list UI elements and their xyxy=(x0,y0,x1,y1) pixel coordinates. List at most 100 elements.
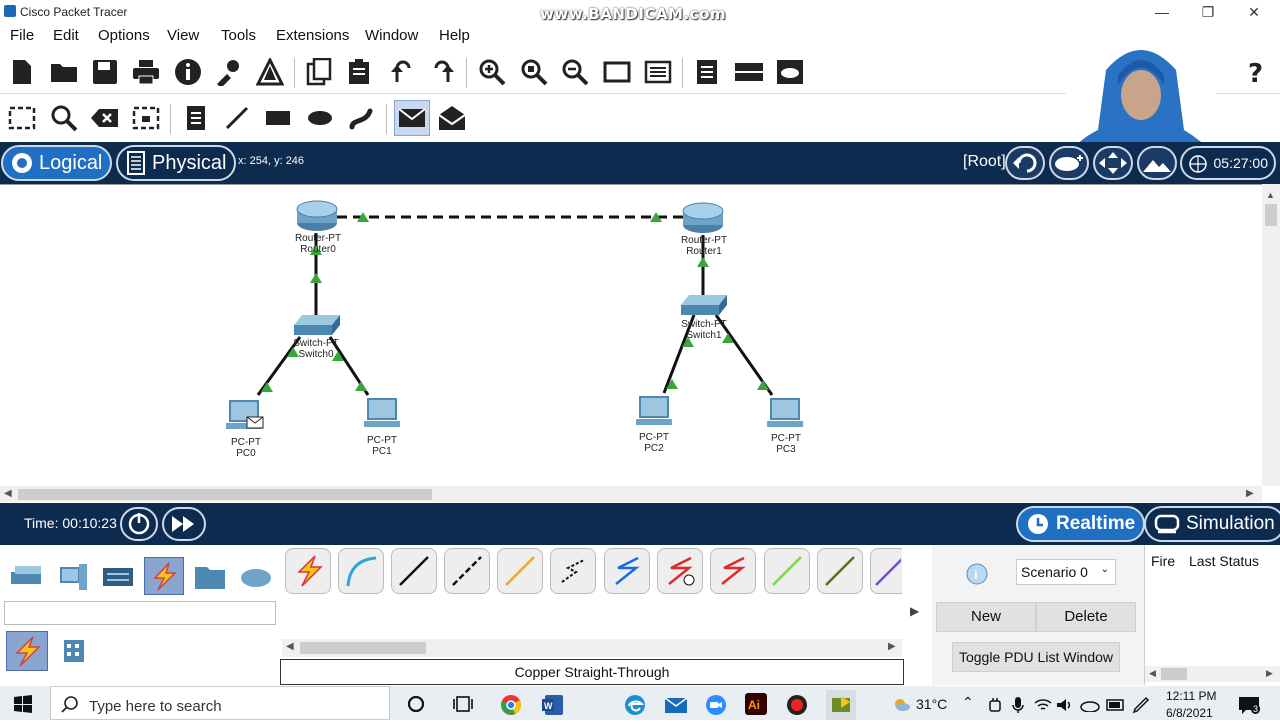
add-complex-pdu-icon[interactable] xyxy=(436,102,468,134)
pc1-icon[interactable] xyxy=(364,398,400,427)
custom-devices-icon[interactable] xyxy=(642,56,674,88)
inspect-icon[interactable] xyxy=(48,102,80,134)
info-icon[interactable] xyxy=(172,56,204,88)
toggle-pdu-list-button[interactable]: Toggle PDU List Window xyxy=(952,642,1120,672)
draw-line-icon[interactable] xyxy=(221,102,253,134)
copy-icon[interactable] xyxy=(303,56,335,88)
new-cluster-button[interactable] xyxy=(1049,146,1089,180)
connections-scrollbar[interactable]: ◀ ▶ xyxy=(282,639,902,657)
paste-icon[interactable] xyxy=(344,56,376,88)
connections-category-icon[interactable] xyxy=(144,557,184,595)
minimize-button[interactable]: — xyxy=(1142,2,1182,22)
windows-start-icon[interactable] xyxy=(14,695,32,718)
activity-wizard-icon[interactable] xyxy=(254,56,286,88)
select-icon[interactable] xyxy=(6,102,38,134)
new-file-icon[interactable] xyxy=(6,56,38,88)
battery-icon[interactable] xyxy=(1106,698,1126,717)
mail-icon[interactable] xyxy=(664,695,688,720)
draw-rectangle-icon[interactable] xyxy=(262,102,294,134)
menu-window[interactable]: Window xyxy=(365,27,418,44)
background-image-button[interactable] xyxy=(1137,146,1177,180)
serial-dte-icon[interactable] xyxy=(710,548,756,594)
switch1-icon[interactable] xyxy=(681,295,727,315)
menu-edit[interactable]: Edit xyxy=(53,27,79,44)
packet-tracer-taskbar-icon[interactable] xyxy=(826,690,856,720)
taskbar-date[interactable]: 6/8/2021 xyxy=(1166,706,1213,720)
save-icon[interactable] xyxy=(89,56,121,88)
connections-subcategory-icon[interactable] xyxy=(6,631,48,671)
word-icon[interactable]: W xyxy=(542,694,564,721)
delete-scenario-button[interactable]: Delete xyxy=(1036,602,1136,632)
menu-file[interactable]: File xyxy=(10,27,34,44)
bandicam-icon[interactable] xyxy=(786,694,808,721)
edge-icon[interactable] xyxy=(624,694,646,721)
menu-extensions[interactable]: Extensions xyxy=(276,27,349,44)
expand-panel-icon[interactable]: ▶ xyxy=(910,604,919,618)
scroll-right-icon[interactable]: ▶ xyxy=(1246,488,1254,499)
maximize-button[interactable]: ❐ xyxy=(1188,2,1228,22)
automatic-connection-icon[interactable] xyxy=(285,548,331,594)
notification-center-icon[interactable]: 3 xyxy=(1238,695,1261,720)
logical-workspace[interactable]: Router-PT Router0 Router-PT Router1 Switch… xyxy=(0,184,1262,486)
fast-forward-button[interactable] xyxy=(162,507,206,541)
console-cable-icon[interactable] xyxy=(338,548,384,594)
zoom-reset-icon[interactable] xyxy=(518,56,550,88)
fiber-icon[interactable] xyxy=(497,548,543,594)
pen-icon[interactable] xyxy=(1132,696,1150,719)
switch0-icon[interactable] xyxy=(294,315,340,335)
pc0-icon[interactable] xyxy=(226,400,264,429)
draw-ellipse-icon[interactable] xyxy=(304,102,336,134)
menu-view[interactable]: View xyxy=(167,27,199,44)
miscellaneous-icon[interactable] xyxy=(192,560,228,594)
taskbar-search[interactable]: Type here to search xyxy=(50,686,390,720)
router0-icon[interactable] xyxy=(296,200,338,231)
temperature[interactable]: 31°C xyxy=(916,696,947,712)
components-icon[interactable] xyxy=(100,560,136,594)
place-note-icon[interactable] xyxy=(180,102,212,134)
ipc-icon[interactable] xyxy=(691,56,723,88)
onedrive-icon[interactable] xyxy=(1080,698,1100,717)
volume-icon[interactable] xyxy=(1056,697,1074,718)
help-icon[interactable]: ? xyxy=(1240,56,1272,88)
physical-tab[interactable]: Physical xyxy=(116,145,237,181)
octal-cable-icon[interactable] xyxy=(764,548,810,594)
device-search-field[interactable] xyxy=(4,601,276,625)
chrome-icon[interactable] xyxy=(500,694,522,721)
pdu-list-scrollbar[interactable]: ◀ ▶ xyxy=(1145,666,1280,682)
show-hidden-icons-icon[interactable]: ⌃ xyxy=(962,694,974,711)
logical-tab[interactable]: Logical xyxy=(1,145,113,181)
cloud-device-icon[interactable] xyxy=(774,56,806,88)
redo-icon[interactable] xyxy=(427,56,459,88)
canvas-horizontal-scrollbar[interactable]: ◀ ▶ xyxy=(0,486,1262,502)
move-object-button[interactable] xyxy=(1093,146,1133,180)
illustrator-icon[interactable]: Ai xyxy=(744,692,768,721)
horizontal-scroll-thumb[interactable] xyxy=(18,489,432,500)
task-view-icon[interactable] xyxy=(452,694,474,719)
grid-icon[interactable] xyxy=(60,637,88,665)
network-info-icon[interactable] xyxy=(213,56,245,88)
scroll-left-icon[interactable]: ◀ xyxy=(4,488,12,499)
menu-help[interactable]: Help xyxy=(439,27,470,44)
pc3-icon[interactable] xyxy=(767,398,803,427)
network-device-icon[interactable] xyxy=(733,56,765,88)
scroll-right-icon[interactable]: ▶ xyxy=(1266,668,1273,679)
open-folder-icon[interactable] xyxy=(48,56,80,88)
scroll-up-icon[interactable]: ▲ xyxy=(1266,190,1275,200)
drawing-palette-icon[interactable] xyxy=(601,56,633,88)
usb-icon[interactable] xyxy=(988,697,1002,718)
serial-dce-icon[interactable] xyxy=(657,548,703,594)
pdu-scroll-thumb[interactable] xyxy=(1161,668,1187,680)
power-cycle-button[interactable] xyxy=(120,507,158,541)
print-icon[interactable] xyxy=(130,56,162,88)
iot-custom-cable-icon[interactable] xyxy=(817,548,863,594)
usb-cable-icon[interactable] xyxy=(870,548,902,594)
menu-tools[interactable]: Tools xyxy=(221,27,256,44)
simulation-button[interactable]: Simulation xyxy=(1144,506,1280,542)
wifi-icon[interactable] xyxy=(1034,697,1052,718)
network-devices-icon[interactable] xyxy=(8,560,44,594)
connections-scroll-thumb[interactable] xyxy=(300,642,426,654)
add-simple-pdu-icon[interactable] xyxy=(394,100,430,136)
cortana-icon[interactable] xyxy=(406,694,426,719)
zoom-app-icon[interactable] xyxy=(705,694,727,721)
undo-icon[interactable] xyxy=(386,56,418,88)
